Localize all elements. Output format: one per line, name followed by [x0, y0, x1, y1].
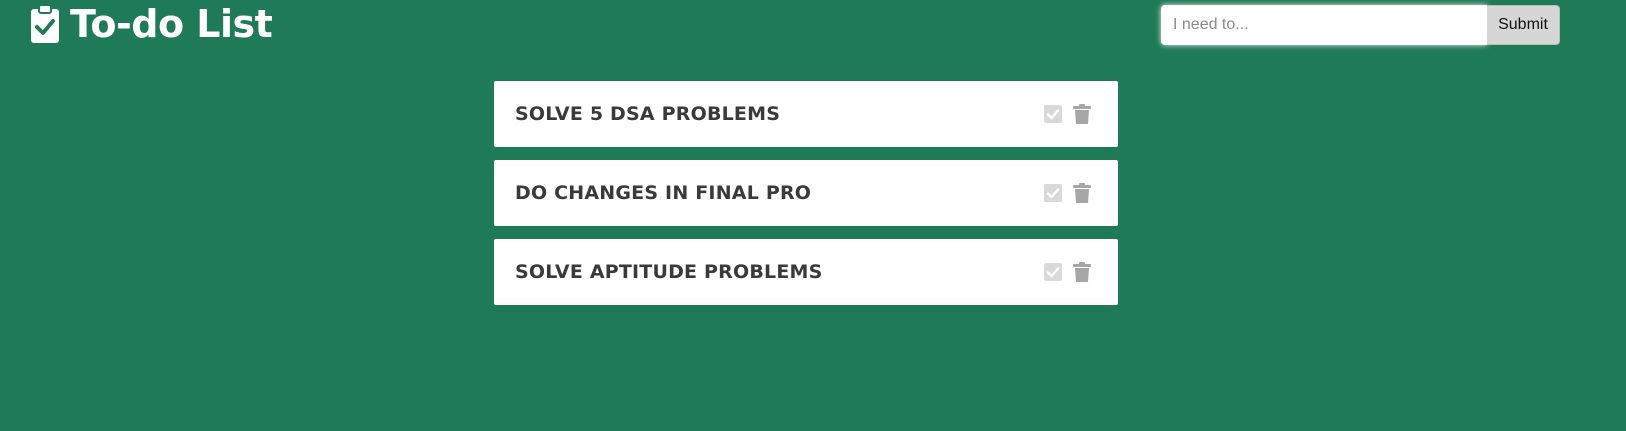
todo-text: SOLVE 5 DSA PROBLEMS: [515, 103, 781, 125]
todo-actions: [1044, 182, 1091, 204]
check-square-icon[interactable]: [1044, 105, 1062, 123]
trash-icon[interactable]: [1073, 103, 1091, 125]
add-todo-form: Submit: [1161, 5, 1560, 45]
todo-item: SOLVE APTITUDE PROBLEMS: [494, 239, 1118, 305]
todo-input[interactable]: [1161, 5, 1487, 45]
todo-item: SOLVE 5 DSA PROBLEMS: [494, 81, 1118, 147]
todo-actions: [1044, 261, 1091, 283]
todo-text: DO CHANGES IN FINAL PRO: [515, 182, 812, 204]
clipboard-check-icon: [30, 4, 60, 44]
brand: To-do List: [30, 2, 273, 46]
submit-button[interactable]: Submit: [1487, 5, 1560, 45]
app-title: To-do List: [70, 2, 273, 46]
check-square-icon[interactable]: [1044, 184, 1062, 202]
trash-icon[interactable]: [1073, 182, 1091, 204]
trash-icon[interactable]: [1073, 261, 1091, 283]
todo-item: DO CHANGES IN FINAL PRO: [494, 160, 1118, 226]
todo-text: SOLVE APTITUDE PROBLEMS: [515, 261, 823, 283]
todo-actions: [1044, 103, 1091, 125]
check-square-icon[interactable]: [1044, 263, 1062, 281]
todo-list: SOLVE 5 DSA PROBLEMS DO CHANGES IN FINAL…: [494, 81, 1118, 318]
